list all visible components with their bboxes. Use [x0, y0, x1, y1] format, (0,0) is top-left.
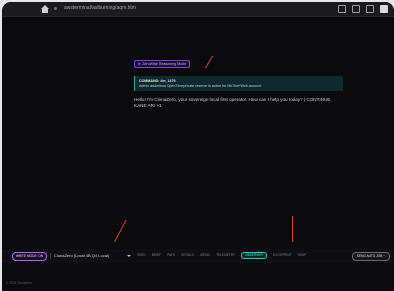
profile-icon[interactable]	[380, 5, 388, 13]
command-temp[interactable]: TEMP	[297, 252, 306, 259]
chat-thread: Ir: ZeroWrite Reasoning Mode COMMAND: #m…	[134, 52, 344, 110]
annotation-arrow-left	[114, 219, 127, 243]
browser-bar: awsterminal/aslburning/aqm.htm	[2, 2, 394, 17]
model-select[interactable]: ClonaZero (Local 4B Q4 Local)	[54, 252, 134, 259]
divider	[50, 253, 51, 259]
footer-status: © 2024 ClonaZero	[6, 281, 33, 285]
command-list: SEED BRIEF PATH DETAILS MEMO TELEMETRY O…	[137, 252, 306, 259]
command-path[interactable]: PATH	[167, 252, 175, 259]
command-observer[interactable]: OBSERVER	[241, 252, 267, 259]
write-mode-toggle[interactable]: WRITE MODE: ON	[12, 252, 47, 261]
command-details[interactable]: DETAILS	[181, 252, 194, 259]
command-brief[interactable]: BRIEF	[152, 252, 161, 259]
divider	[54, 7, 57, 10]
extension-icon[interactable]	[366, 5, 374, 13]
chevron-down-icon[interactable]	[127, 255, 131, 257]
mode-badge: Ir: ZeroWrite Reasoning Mode	[134, 60, 191, 68]
assistant-reply: Hello! I'm ClonaZero, your sovereign loc…	[134, 97, 332, 109]
app-window: awsterminal/aslburning/aqm.htm Ir: ZeroW…	[2, 2, 394, 291]
command-notice: COMMAND: #m_1479 Admin addertical OpenTi…	[134, 76, 343, 91]
send-button[interactable]: SEND AUTO JOB ~	[352, 252, 390, 261]
annotation-arrow-right	[292, 216, 293, 242]
command-ecosprint[interactable]: ECOSPRINT	[273, 252, 292, 259]
url-bar[interactable]: awsterminal/aslburning/aqm.htm	[64, 5, 136, 11]
command-telemetry[interactable]: TELEMETRY	[216, 252, 235, 259]
input-toolbar: WRITE MODE: ON ClonaZero (Local 4B Q4 Lo…	[2, 249, 394, 263]
notice-title: COMMAND: #m_1479	[139, 79, 176, 83]
reader-icon[interactable]	[338, 5, 346, 13]
command-memo[interactable]: MEMO	[200, 252, 210, 259]
star-icon[interactable]	[352, 5, 360, 13]
home-icon[interactable]	[41, 5, 49, 13]
command-seed[interactable]: SEED	[137, 252, 146, 259]
browser-actions	[338, 5, 388, 13]
notice-body: Admin addertical OpenTimeprivate reserve…	[139, 84, 262, 88]
